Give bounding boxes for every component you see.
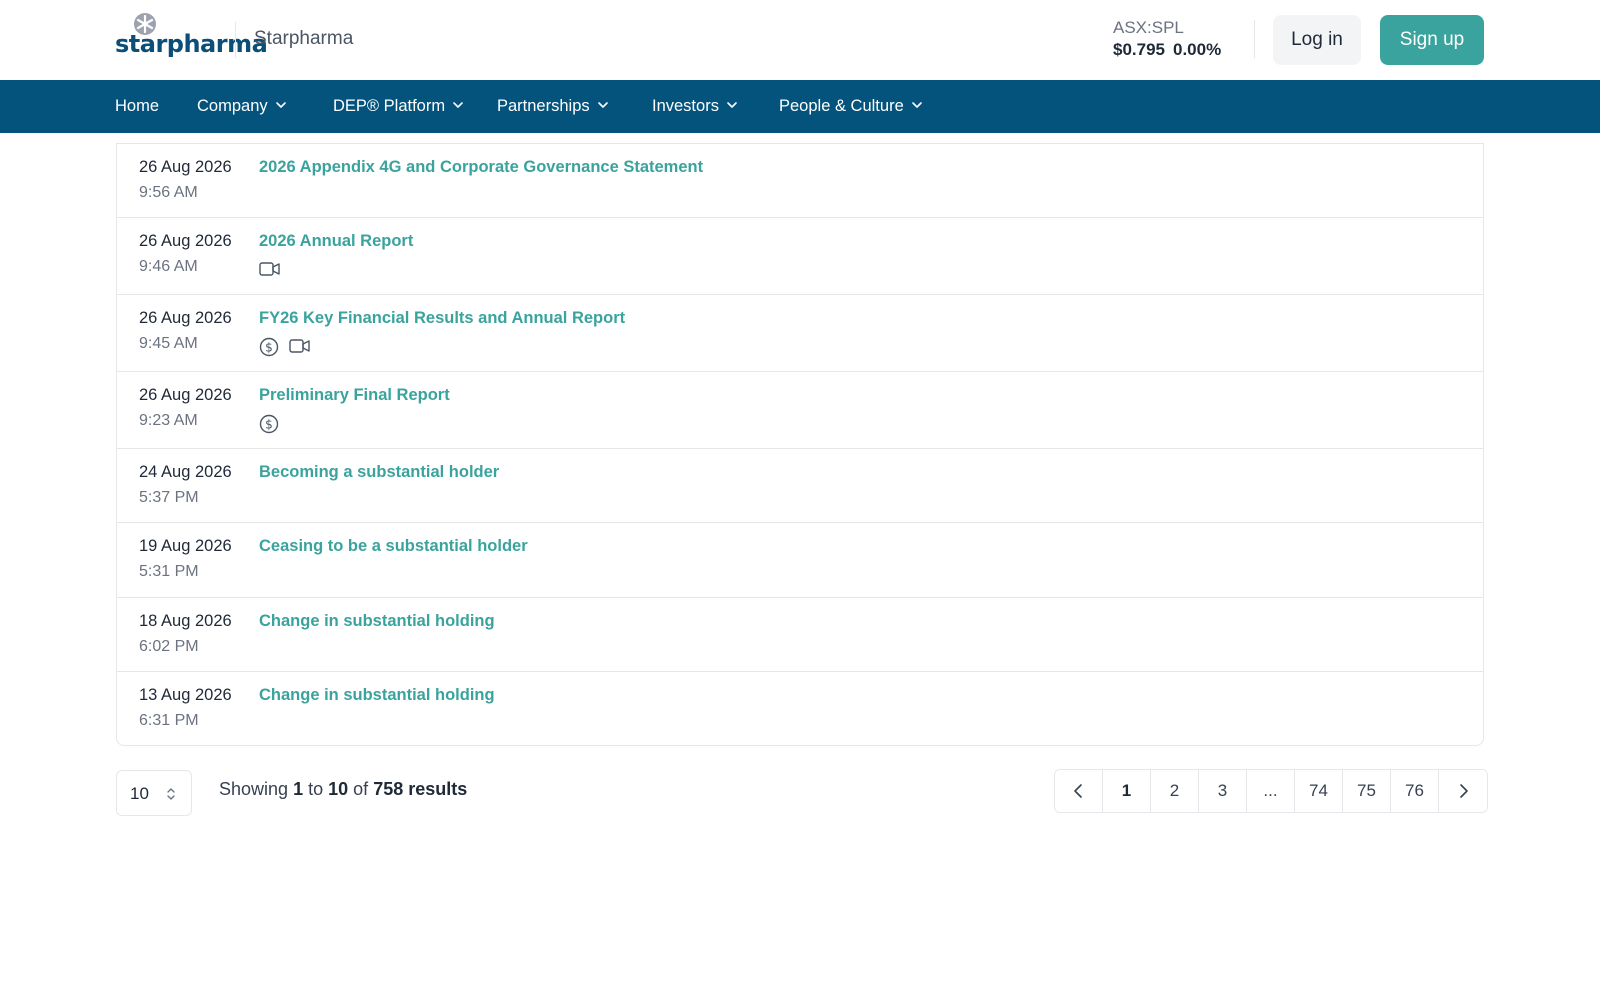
results-total: 758 results [373,779,468,799]
page-ellipsis: ... [1247,770,1295,812]
table-row: 26 Aug 2026 9:56 AM 2026 Appendix 4G and… [117,144,1483,218]
table-row: 18 Aug 2026 6:02 PM Change in substantia… [117,598,1483,672]
video-icon[interactable] [259,260,281,278]
page-button-1[interactable]: 1 [1103,770,1151,812]
announcement-icons [259,260,287,280]
per-page-value: 10 [130,784,149,803]
table-row: 19 Aug 2026 5:31 PM Ceasing to be a subs… [117,523,1483,598]
results-to-word: to [308,779,324,799]
dollar-icon[interactable]: $ [259,414,279,434]
announcement-icons: $ [259,414,285,434]
nav-item-label: People & Culture [779,97,904,115]
announcement-date: 26 Aug 2026 [139,158,232,176]
results-to: 10 [328,779,349,799]
results-summary: Showing 1 to 10 of 758 results [219,779,467,800]
logo-text: starpharma [115,30,268,58]
ticker-divider [1254,20,1255,58]
prev-page-button[interactable] [1055,770,1103,812]
announcement-link[interactable]: Change in substantial holding [259,686,495,705]
showing-prefix: Showing [219,779,289,799]
page-button-76[interactable]: 76 [1391,770,1439,812]
announcement-link[interactable]: FY26 Key Financial Results and Annual Re… [259,309,625,328]
main-nav: Home Company DEP® Platform Partnerships … [0,80,1600,133]
announcement-icons: $ [259,337,317,357]
ticker-quote: $0.795 0.00% [1113,40,1229,60]
nav-item-people-culture[interactable]: People & Culture [779,80,924,133]
video-icon[interactable] [289,337,311,355]
announcement-link[interactable]: Becoming a substantial holder [259,463,499,482]
nav-item-label: DEP® Platform [333,97,446,115]
nav-item-label: Home [115,97,160,115]
table-row: 13 Aug 2026 6:31 PM Change in substantia… [117,672,1483,745]
announcements-table: 26 Aug 2026 9:56 AM 2026 Appendix 4G and… [116,143,1484,746]
announcement-time: 5:31 PM [139,563,199,580]
nav-item-label: Partnerships [497,97,590,115]
announcement-time: 5:37 PM [139,489,199,506]
chevron-down-icon [727,102,737,108]
svg-text:$: $ [265,418,273,432]
announcement-link[interactable]: Change in substantial holding [259,612,495,631]
nav-item-investors[interactable]: Investors [652,80,739,133]
nav-item-partnerships[interactable]: Partnerships [497,80,610,133]
announcement-link[interactable]: Ceasing to be a substantial holder [259,537,528,556]
chevron-down-icon [911,102,922,108]
announcement-date: 26 Aug 2026 [139,309,232,327]
stock-ticker: ASX:SPL $0.795 0.00% [1113,18,1229,60]
announcement-date: 26 Aug 2026 [139,232,232,250]
nav-item-dep-platform[interactable]: DEP® Platform [333,80,465,133]
chevron-down-icon [597,102,608,108]
announcement-link[interactable]: 2026 Annual Report [259,232,413,251]
dollar-icon[interactable]: $ [259,337,279,357]
nav-item-home[interactable]: Home [115,80,159,133]
ticker-symbol: ASX:SPL [1113,18,1184,37]
announcement-time: 9:56 AM [139,184,198,201]
chevron-down-icon [453,102,463,108]
login-button[interactable]: Log in [1273,15,1361,65]
chevron-down-icon [275,102,286,108]
announcement-date: 18 Aug 2026 [139,612,232,630]
results-from: 1 [293,779,304,799]
select-arrows-icon [167,788,175,800]
announcement-time: 9:23 AM [139,412,198,429]
svg-text:$: $ [265,341,273,355]
pagination: 1 2 3 ... 74 75 76 [1054,769,1488,813]
announcement-link[interactable]: 2026 Appendix 4G and Corporate Governanc… [259,158,703,177]
starpharma-logo[interactable]: starpharma [115,12,268,68]
ticker-price: $0.795 [1113,40,1165,59]
nav-item-label: Company [197,97,268,115]
next-page-button[interactable] [1439,770,1487,812]
announcement-date: 13 Aug 2026 [139,686,232,704]
page-button-75[interactable]: 75 [1343,770,1391,812]
signup-button[interactable]: Sign up [1380,15,1484,65]
results-of-word: of [353,779,369,799]
page-button-2[interactable]: 2 [1151,770,1199,812]
page-button-74[interactable]: 74 [1295,770,1343,812]
company-name: Starpharma [254,28,354,49]
per-page-select[interactable]: 10 [116,770,192,816]
announcement-time: 9:45 AM [139,335,198,352]
announcement-time: 9:46 AM [139,258,198,275]
page-button-3[interactable]: 3 [1199,770,1247,812]
announcement-link[interactable]: Preliminary Final Report [259,386,450,405]
chevron-left-icon [1073,784,1082,798]
table-row: 26 Aug 2026 9:23 AM Preliminary Final Re… [117,372,1483,449]
ticker-change: 0.00% [1173,40,1222,59]
nav-item-label: Investors [652,97,719,115]
announcement-time: 6:02 PM [139,638,199,655]
top-header: starpharma Starpharma ASX:SPL $0.795 0.00… [0,0,1600,80]
header-divider [235,22,236,58]
announcement-time: 6:31 PM [139,712,199,729]
nav-item-company[interactable]: Company [197,80,288,133]
table-row: 26 Aug 2026 9:46 AM 2026 Annual Report [117,218,1483,295]
announcement-date: 24 Aug 2026 [139,463,232,481]
chevron-right-icon [1460,784,1468,798]
announcement-date: 26 Aug 2026 [139,386,232,404]
announcement-date: 19 Aug 2026 [139,537,232,555]
table-row: 26 Aug 2026 9:45 AM FY26 Key Financial R… [117,295,1483,372]
table-row: 24 Aug 2026 5:37 PM Becoming a substanti… [117,449,1483,523]
